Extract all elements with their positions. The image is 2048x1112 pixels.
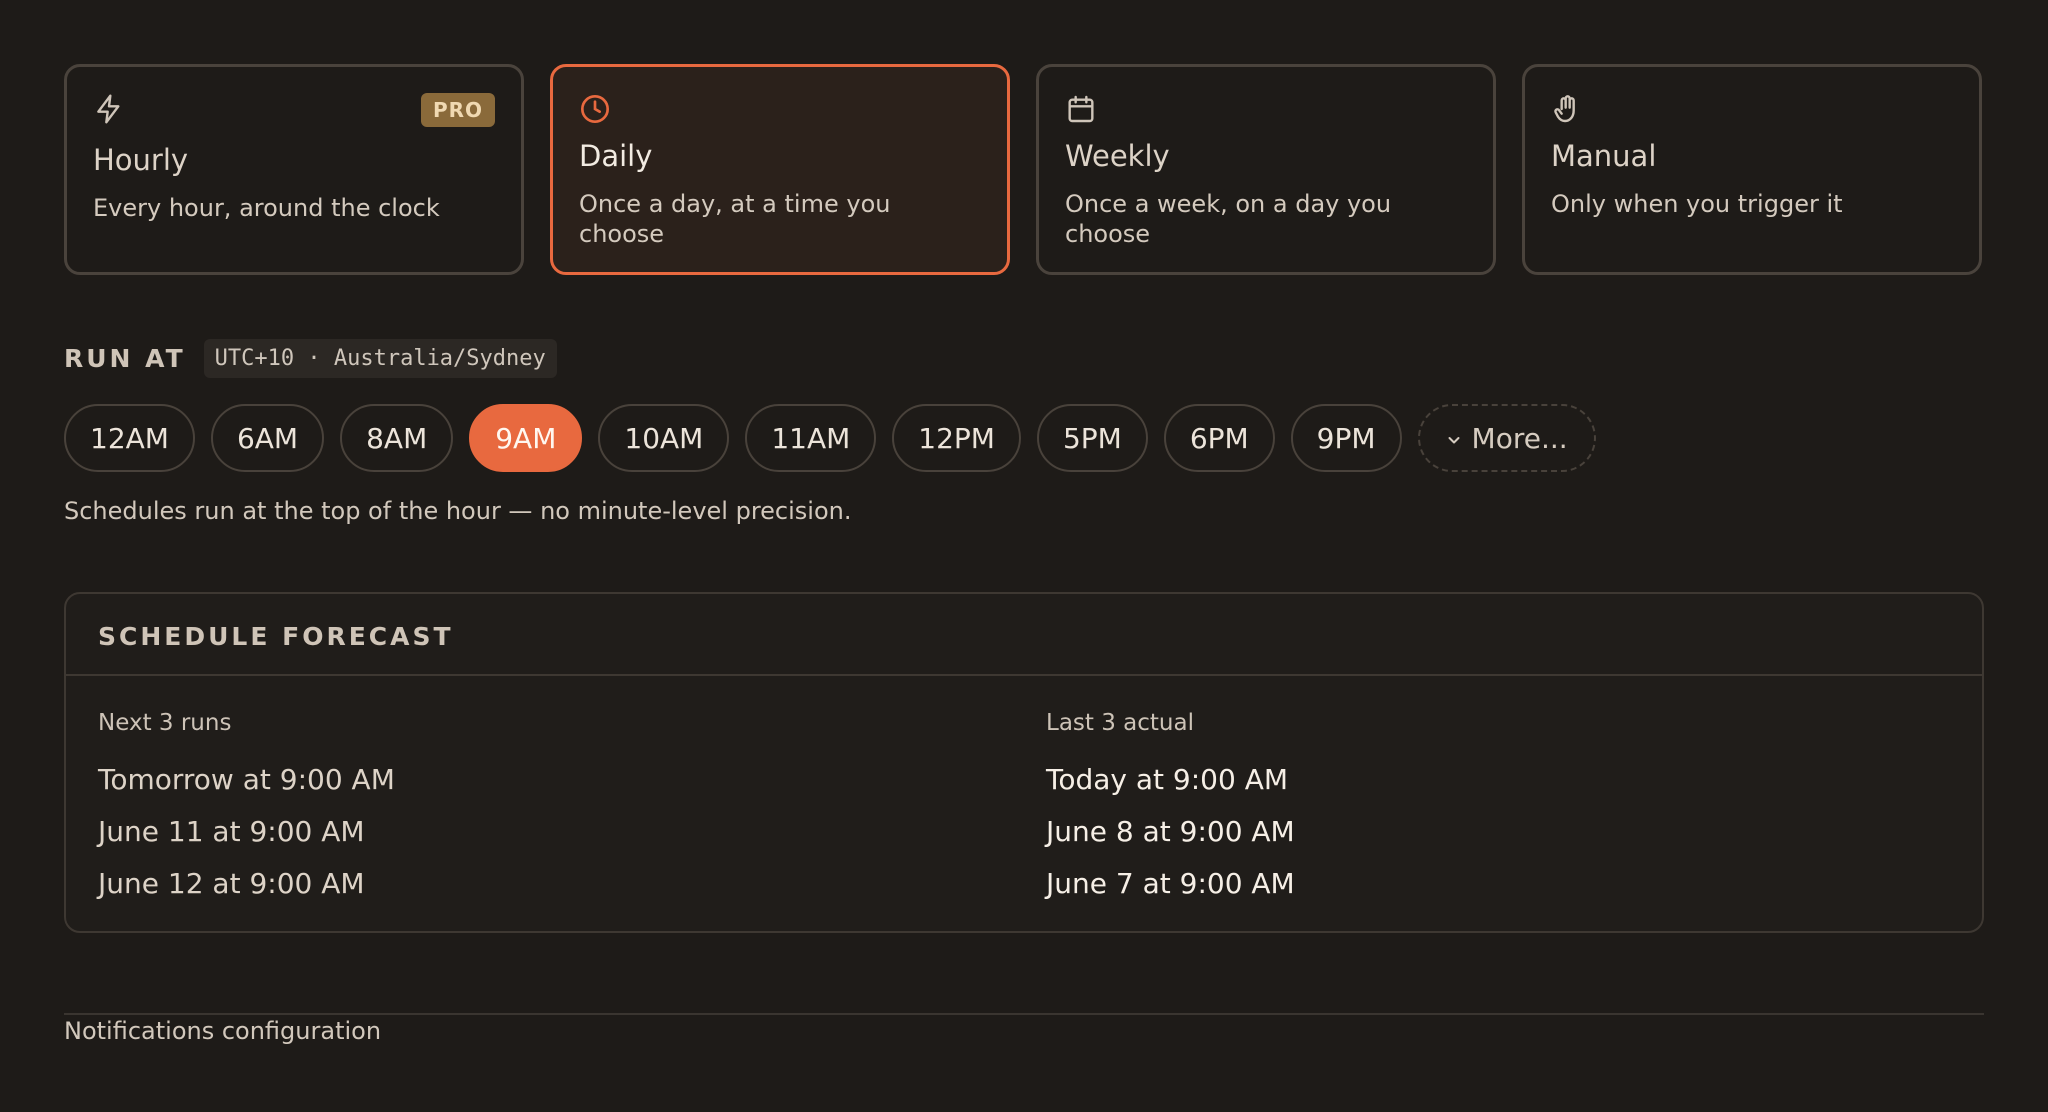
- hour-pill[interactable]: 12PM: [892, 404, 1021, 472]
- hour-pill[interactable]: 6AM: [210, 404, 325, 472]
- hand-icon: [1551, 93, 1583, 125]
- precision-hint: Schedules run at the top of the hour — n…: [64, 497, 852, 525]
- hour-pill[interactable]: 9PM: [1290, 404, 1402, 472]
- hour-pill[interactable]: 10AM: [598, 404, 730, 472]
- last-runs-label: Last 3 actual: [1046, 710, 1194, 736]
- card-description: Every hour, around the clock: [93, 194, 440, 222]
- schedule-settings-page: PRO Hourly Every hour, around the clock …: [0, 0, 2048, 1112]
- last-runs-column: Last 3 actual Today at 9:00 AM June 8 at…: [1046, 710, 1295, 910]
- card-description: Only when you trigger it: [1551, 190, 1843, 218]
- clock-icon: [579, 93, 611, 125]
- next-run-item: Tomorrow at 9:00 AM: [98, 763, 395, 796]
- hour-pill-selected[interactable]: 9AM: [469, 404, 583, 472]
- pro-badge: PRO: [420, 93, 495, 127]
- next-run-item: June 12 at 9:00 AM: [98, 867, 365, 900]
- hour-pill[interactable]: 6PM: [1163, 404, 1275, 472]
- run-at-label: RUN AT: [64, 344, 186, 373]
- card-hourly[interactable]: PRO Hourly Every hour, around the clock: [64, 64, 524, 275]
- card-title: Daily: [579, 139, 653, 173]
- card-title: Weekly: [1065, 139, 1170, 173]
- last-run-item: Today at 9:00 AM: [1046, 763, 1289, 796]
- more-hours-button[interactable]: More...: [1417, 404, 1596, 472]
- last-run-item: June 7 at 9:00 AM: [1046, 867, 1295, 900]
- next-run-item: June 11 at 9:00 AM: [98, 815, 365, 848]
- timezone-badge: UTC+10 · Australia/Sydney: [203, 339, 557, 378]
- run-at-header: RUN AT UTC+10 · Australia/Sydney: [64, 339, 557, 378]
- next-runs-column: Next 3 runs Tomorrow at 9:00 AM June 11 …: [98, 710, 395, 910]
- card-title: Hourly: [93, 143, 189, 177]
- forecast-title: SCHEDULE FORECAST: [66, 594, 1982, 676]
- more-label: More...: [1471, 421, 1568, 455]
- chevron-down-icon: [1446, 422, 1462, 455]
- card-title: Manual: [1551, 139, 1657, 173]
- card-description: Once a day, at a time you choose: [579, 190, 891, 248]
- frequency-cards: PRO Hourly Every hour, around the clock …: [64, 64, 1982, 275]
- schedule-forecast-panel: SCHEDULE FORECAST Next 3 runs Tomorrow a…: [64, 592, 1984, 933]
- hour-pill[interactable]: 12AM: [64, 404, 195, 472]
- notifications-configuration-link[interactable]: Notifications configuration: [64, 1017, 381, 1045]
- hour-pill[interactable]: 11AM: [745, 404, 877, 472]
- card-description: Once a week, on a day you choose: [1065, 190, 1392, 248]
- hour-selector: 12AM 6AM 8AM 9AM 10AM 11AM 12PM 5PM 6PM …: [64, 404, 1596, 472]
- hour-pill[interactable]: 8AM: [340, 404, 454, 472]
- lightning-icon: [93, 93, 125, 125]
- card-manual[interactable]: Manual Only when you trigger it: [1522, 64, 1982, 275]
- last-run-item: June 8 at 9:00 AM: [1046, 815, 1295, 848]
- calendar-icon: [1065, 93, 1097, 125]
- divider: [64, 1013, 1984, 1015]
- hour-pill[interactable]: 5PM: [1036, 404, 1148, 472]
- card-daily[interactable]: Daily Once a day, at a time you choose: [550, 64, 1010, 275]
- card-weekly[interactable]: Weekly Once a week, on a day you choose: [1036, 64, 1496, 275]
- next-runs-label: Next 3 runs: [98, 710, 232, 736]
